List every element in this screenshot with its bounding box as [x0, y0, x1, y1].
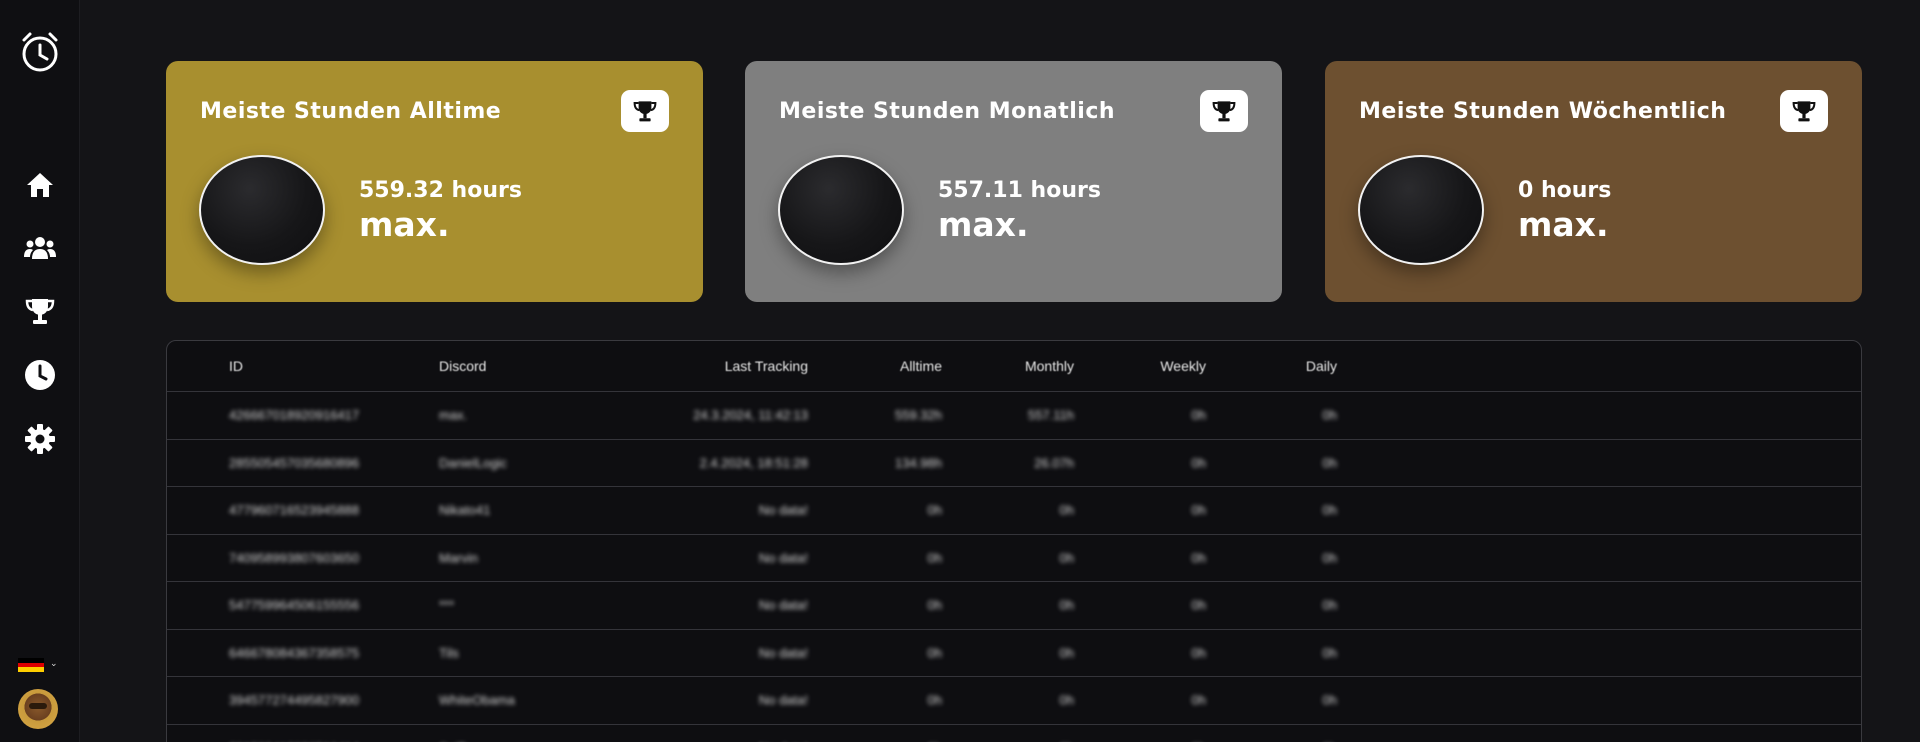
cell-alltime: 0h	[927, 645, 942, 661]
cell-discord: DanielLogic	[439, 455, 507, 471]
card-alltime: Meiste Stunden Alltime 559.32 hours max.	[166, 61, 703, 302]
cell-last-tracking: 24.3.2024, 11:42:13	[693, 407, 808, 423]
table-body: 426667018920916417 max. 24.3.2024, 11:42:1…	[167, 392, 1861, 742]
cell-alltime: 559.32h	[895, 407, 942, 423]
header-monthly[interactable]: Monthly	[1025, 358, 1074, 374]
header-last-tracking[interactable]: Last Tracking	[725, 358, 808, 374]
trophy-button[interactable]	[1200, 90, 1248, 132]
cell-monthly: 0h	[1059, 502, 1074, 518]
users-icon[interactable]	[20, 228, 60, 268]
cell-daily: 0h	[1322, 597, 1337, 613]
alarm-clock-logo-icon[interactable]	[18, 30, 62, 74]
clock-icon[interactable]	[20, 355, 60, 395]
cell-id: 646678084367358575	[229, 645, 360, 661]
cell-last-tracking: No data!	[758, 550, 808, 566]
cell-discord: Marvin	[439, 550, 479, 566]
cell-id: 477960716523945888	[229, 502, 360, 518]
leader-avatar	[199, 155, 325, 265]
card-title: Meiste Stunden Wöchentlich	[1359, 99, 1727, 124]
table-row[interactable]: 426667018920916417 max. 24.3.2024, 11:42:1…	[167, 392, 1861, 440]
cell-last-tracking: No data!	[758, 645, 808, 661]
cell-weekly: 0h	[1191, 692, 1206, 708]
cell-monthly: 557.11h	[1027, 407, 1074, 423]
cell-last-tracking: 2.4.2024, 18:51:28	[699, 455, 808, 471]
table-row[interactable]: 477960716523945888 Nikato41 No data! 0h 0h 0h…	[167, 487, 1861, 535]
header-id[interactable]: ID	[229, 358, 243, 374]
table-row[interactable]: 394577274495827900 WhiteObama No data! 0h 0h…	[167, 677, 1861, 725]
cell-daily: 0h	[1322, 645, 1337, 661]
cell-monthly: 0h	[1059, 645, 1074, 661]
cell-daily: 0h	[1322, 455, 1337, 471]
cell-discord: Nikato41	[439, 502, 491, 518]
cell-alltime: 0h	[927, 692, 942, 708]
cell-weekly: 0h	[1191, 645, 1206, 661]
cell-alltime: 0h	[927, 502, 942, 518]
cell-daily: 0h	[1322, 502, 1337, 518]
home-icon[interactable]	[20, 165, 60, 205]
cell-weekly: 0h	[1191, 407, 1206, 423]
cell-id: 426667018920916417	[229, 407, 360, 423]
cell-discord: Tils	[439, 645, 459, 661]
cell-monthly: 26.07h	[1034, 455, 1074, 471]
cell-last-tracking: No data!	[758, 692, 808, 708]
leader-name: max.	[938, 205, 1029, 244]
leader-hours: 559.32 hours	[359, 178, 522, 203]
chevron-down-icon: ⌄	[50, 657, 58, 668]
cell-weekly: 0h	[1191, 455, 1206, 471]
cell-alltime: 134.98h	[895, 455, 942, 471]
cell-id: 285505457035680896	[229, 455, 360, 471]
card-weekly: Meiste Stunden Wöchentlich 0 hours max.	[1325, 61, 1862, 302]
cell-weekly: 0h	[1191, 550, 1206, 566]
german-flag-icon	[18, 658, 44, 673]
trophy-button[interactable]	[1780, 90, 1828, 132]
header-weekly[interactable]: Weekly	[1160, 358, 1206, 374]
trophy-icon	[1212, 101, 1236, 122]
header-daily[interactable]: Daily	[1306, 358, 1337, 374]
trophy-icon[interactable]	[20, 291, 60, 331]
cell-daily: 0h	[1322, 550, 1337, 566]
card-title: Meiste Stunden Monatlich	[779, 99, 1116, 124]
cell-monthly: 0h	[1059, 692, 1074, 708]
table-row[interactable]: 391503413926510414SniffyNo data!0h0h0h0h	[167, 725, 1861, 742]
cell-discord: ***	[439, 597, 455, 613]
cell-last-tracking: No data!	[758, 502, 808, 518]
cell-weekly: 0h	[1191, 502, 1206, 518]
sidebar: ⌄	[0, 0, 80, 742]
tracking-table: ID Discord Last Tracking Alltime Monthly…	[166, 340, 1862, 742]
cell-alltime: 0h	[927, 550, 942, 566]
cell-id: 394577274495827900	[229, 692, 360, 708]
cell-id: 547759964506155556	[229, 597, 360, 613]
trophy-icon	[633, 101, 657, 122]
card-title: Meiste Stunden Alltime	[200, 99, 502, 124]
cell-id: 740958993807603650	[229, 550, 360, 566]
leader-avatar	[778, 155, 904, 265]
cell-weekly: 0h	[1191, 597, 1206, 613]
language-selector[interactable]: ⌄	[18, 657, 58, 673]
cell-discord: max.	[439, 407, 468, 423]
leader-name: max.	[1518, 205, 1609, 244]
table-row[interactable]: 547759964506155556 *** No data! 0h 0h 0h 0h	[167, 582, 1861, 630]
cell-monthly: 0h	[1059, 597, 1074, 613]
leader-hours: 0 hours	[1518, 178, 1612, 203]
gear-icon[interactable]	[20, 419, 60, 459]
trophy-button[interactable]	[621, 90, 669, 132]
cell-last-tracking: No data!	[758, 597, 808, 613]
header-alltime[interactable]: Alltime	[900, 358, 942, 374]
cell-daily: 0h	[1322, 692, 1337, 708]
header-discord[interactable]: Discord	[439, 358, 486, 374]
table-row[interactable]: 285505457035680896 DanielLogic 2.4.2024, 1…	[167, 440, 1861, 487]
cell-discord: WhiteObama	[439, 692, 515, 708]
table-row[interactable]: 646678084367358575 Tils No data! 0h 0h 0h 0h	[167, 630, 1861, 677]
leader-name: max.	[359, 205, 450, 244]
table-row[interactable]: 740958993807603650 Marvin No data! 0h 0h 0h 0h	[167, 535, 1861, 582]
trophy-icon	[1792, 101, 1816, 122]
leader-avatar	[1358, 155, 1484, 265]
user-avatar[interactable]	[18, 689, 58, 729]
table-header: ID Discord Last Tracking Alltime Monthly…	[167, 341, 1861, 392]
cell-monthly: 0h	[1059, 550, 1074, 566]
cell-alltime: 0h	[927, 597, 942, 613]
card-monthly: Meiste Stunden Monatlich 557.11 hours ma…	[745, 61, 1282, 302]
cell-daily: 0h	[1322, 407, 1337, 423]
leader-hours: 557.11 hours	[938, 178, 1101, 203]
